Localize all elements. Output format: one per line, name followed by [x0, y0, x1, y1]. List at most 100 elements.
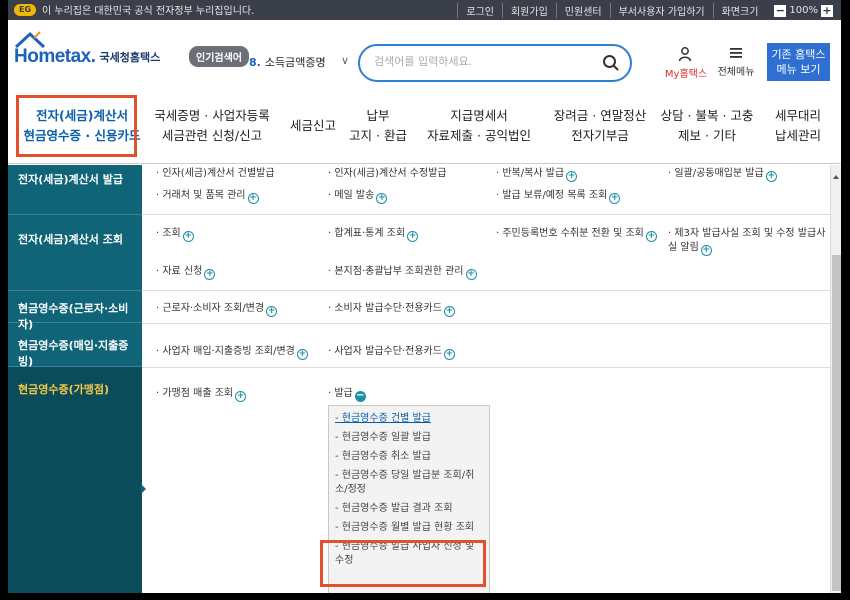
- gnb-tax-certificate[interactable]: 국세증명 · 사업자등록 세금관련 신청/신고: [152, 106, 272, 146]
- gnb-consult-appeal[interactable]: 상담 · 불복 · 고충 제보 · 기타: [658, 106, 756, 146]
- menu-link[interactable]: · 반복/복사 발급 +: [496, 167, 578, 182]
- scroll-up-icon[interactable]: [833, 175, 839, 179]
- classic-menu-button[interactable]: 기존 홈택스 메뉴 보기: [767, 43, 830, 81]
- sidebar-item-receipt-consumer[interactable]: 현금영수증(근로자·소비자): [8, 291, 142, 331]
- menu-link-text: · 거래처 및 품목 관리: [156, 190, 246, 201]
- submenu-item-result-inquiry[interactable]: - 현금영수증 발급 결과 조회: [335, 502, 483, 516]
- gnb-label: 납부: [366, 108, 390, 123]
- menu-link-text: · 소비자 발급수단·전용카드: [328, 303, 442, 314]
- menu-link-text: · 조회: [156, 228, 181, 239]
- menu-link[interactable]: · 합계표·통계 조회 +: [328, 227, 419, 242]
- plus-icon[interactable]: +: [296, 349, 308, 360]
- gnb-label: 전자기부금: [571, 128, 629, 143]
- hamburger-icon: [730, 48, 742, 58]
- plus-icon[interactable]: +: [609, 193, 621, 204]
- gnb-tax-return[interactable]: 세금신고: [278, 116, 348, 136]
- civil-center-link[interactable]: 민원센터: [555, 3, 610, 18]
- gnb-payment[interactable]: 납부 고지 · 환급: [348, 106, 408, 146]
- gnb-payment-statement[interactable]: 지급명세서 자료제출 · 공익법인: [424, 106, 534, 146]
- scroll-thumb[interactable]: [832, 255, 841, 591]
- menu-link-text: · 메일 발송: [328, 190, 375, 201]
- menu-link[interactable]: · 사업자 매입·지출증빙 조회/변경 +: [156, 345, 308, 360]
- gnb-label: 장려금 · 연말정산: [553, 108, 647, 123]
- menu-link[interactable]: · 발급 보류/예정 목록 조회 +: [496, 189, 621, 204]
- plus-icon[interactable]: +: [247, 193, 259, 204]
- plus-icon[interactable]: +: [765, 171, 777, 182]
- classic-menu-line1: 기존 홈택스: [771, 48, 826, 61]
- content-scrollbar[interactable]: [830, 165, 841, 593]
- plus-icon[interactable]: +: [182, 231, 194, 242]
- gnb-label: 상담 · 불복 · 고충: [660, 108, 754, 123]
- menu-link-text: · 반복/복사 발급: [496, 168, 565, 179]
- menu-link[interactable]: · 인자(세금)계산서 건별발급: [156, 167, 275, 181]
- zoom-in-icon[interactable]: +: [821, 4, 833, 17]
- gov-notice: EG 이 누리집은 대한민국 공식 전자정부 누리집입니다.: [14, 2, 254, 17]
- sidebar-item-etax-inquiry[interactable]: 전자(세금)계산서 조회: [8, 215, 142, 291]
- menu-link[interactable]: · 인자(세금)계산서 수정발급: [328, 167, 447, 181]
- submenu-item-bulk-issue[interactable]: - 현금영수증 일괄 발급: [335, 431, 483, 445]
- menu-link[interactable]: · 근로자·소비자 조회/변경 +: [156, 302, 278, 317]
- menu-link[interactable]: · 가맹점 매출 조회 +: [156, 387, 247, 402]
- menu-link[interactable]: · 거래처 및 품목 관리 +: [156, 189, 259, 204]
- menu-link[interactable]: · 사업자 발급수단·전용카드 +: [328, 345, 455, 360]
- my-hometax-button[interactable]: My홈택스: [662, 46, 710, 80]
- plus-icon[interactable]: +: [700, 245, 712, 256]
- divider: [142, 367, 830, 368]
- top-bar: EG 이 누리집은 대한민국 공식 전자정부 누리집입니다. 로그인 회원가입 …: [8, 0, 841, 20]
- plus-icon[interactable]: +: [235, 391, 247, 402]
- plus-icon[interactable]: +: [266, 306, 278, 317]
- zoom-out-icon[interactable]: −: [774, 4, 787, 17]
- plus-icon[interactable]: +: [376, 193, 388, 204]
- search-input[interactable]: [374, 55, 594, 68]
- menu-link[interactable]: · 소비자 발급수단·전용카드 +: [328, 302, 455, 317]
- popular-search-term[interactable]: 8. 소득금액증명: [249, 54, 326, 70]
- highlight-box-submenu: [320, 540, 486, 587]
- chevron-down-icon[interactable]: ∨: [341, 54, 349, 67]
- login-link[interactable]: 로그인: [457, 3, 502, 18]
- minus-icon[interactable]: −: [354, 391, 366, 402]
- menu-link-text: · 발급: [328, 388, 353, 399]
- sidebar: 전자(세금)계산서 발급 전자(세금)계산서 조회 현금영수증(근로자·소비자)…: [8, 165, 142, 593]
- menu-link-text: · 인자(세금)계산서 수정발급: [328, 168, 447, 179]
- gnb-label: 자료제출 · 공익법인: [427, 128, 531, 143]
- sidebar-item-receipt-expense[interactable]: 현금영수증(매입·지출증빙): [8, 323, 142, 368]
- menu-link[interactable]: · 본지점·총괄납부 조회권한 관리 +: [328, 265, 477, 280]
- submenu-content: · 인자(세금)계산서 건별발급 · 인자(세금)계산서 수정발급 · 반복/복…: [142, 165, 830, 593]
- gnb-tax-agent[interactable]: 세무대리 납세관리: [766, 106, 830, 146]
- dept-user-signup-link[interactable]: 부서사용자 가입하기: [609, 3, 713, 18]
- menu-link-text: · 자료 신청: [156, 266, 203, 277]
- menu-link[interactable]: · 조회 +: [156, 227, 194, 242]
- divider: [142, 290, 830, 291]
- plus-icon[interactable]: +: [407, 231, 419, 242]
- sidebar-item-receipt-merchant[interactable]: 현금영수증(가맹점): [8, 367, 142, 593]
- signup-link[interactable]: 회원가입: [501, 3, 556, 18]
- divider: [142, 214, 830, 215]
- all-menu-button[interactable]: 전체메뉴: [713, 46, 759, 78]
- plus-icon[interactable]: +: [443, 306, 455, 317]
- gnb-incentive-yearend[interactable]: 장려금 · 연말정산 전자기부금: [548, 106, 652, 146]
- plus-icon[interactable]: +: [645, 231, 657, 242]
- plus-icon[interactable]: +: [443, 349, 455, 360]
- plus-icon[interactable]: +: [566, 171, 578, 182]
- menu-link-issue[interactable]: · 발급 −: [328, 387, 366, 402]
- menu-link[interactable]: · 제3자 발급사실 조회 및 수정 발급사실 알림 +: [668, 227, 826, 256]
- submenu-item-cancel-issue[interactable]: - 현금영수증 취소 발급: [335, 450, 483, 464]
- menu-link-text: · 주민등록번호 수취분 전환 및 조회: [496, 228, 644, 239]
- submenu-item-single-issue[interactable]: - 현금영수증 건별 발급: [335, 412, 483, 426]
- menu-link[interactable]: · 일괄/공동매입분 발급 +: [668, 167, 777, 182]
- plus-icon[interactable]: +: [204, 269, 216, 280]
- menu-link[interactable]: · 메일 발송 +: [328, 189, 388, 204]
- highlight-box-gnb: [16, 95, 137, 157]
- menu-link-text: · 사업자 발급수단·전용카드: [328, 346, 442, 357]
- submenu-item-monthly-status[interactable]: - 현금영수증 월별 발급 현황 조회: [335, 521, 483, 535]
- plus-icon[interactable]: +: [465, 269, 477, 280]
- menu-link[interactable]: · 주민등록번호 수취분 전환 및 조회 +: [496, 227, 657, 242]
- sidebar-item-etax-issue[interactable]: 전자(세금)계산서 발급: [8, 165, 142, 215]
- menu-link[interactable]: · 자료 신청 +: [156, 265, 216, 280]
- gnb-label: 국세증명 · 사업자등록: [154, 108, 270, 123]
- submenu-item-today-inquiry[interactable]: - 현금영수증 당일 발급분 조회/취소/정정: [335, 469, 483, 497]
- search-icon[interactable]: [602, 54, 620, 72]
- hometax-logo[interactable]: Hometax. 국세청홈택스: [14, 31, 160, 68]
- menu-link-text: · 인자(세금)계산서 건별발급: [156, 168, 275, 179]
- classic-menu-line2: 메뉴 보기: [776, 63, 821, 76]
